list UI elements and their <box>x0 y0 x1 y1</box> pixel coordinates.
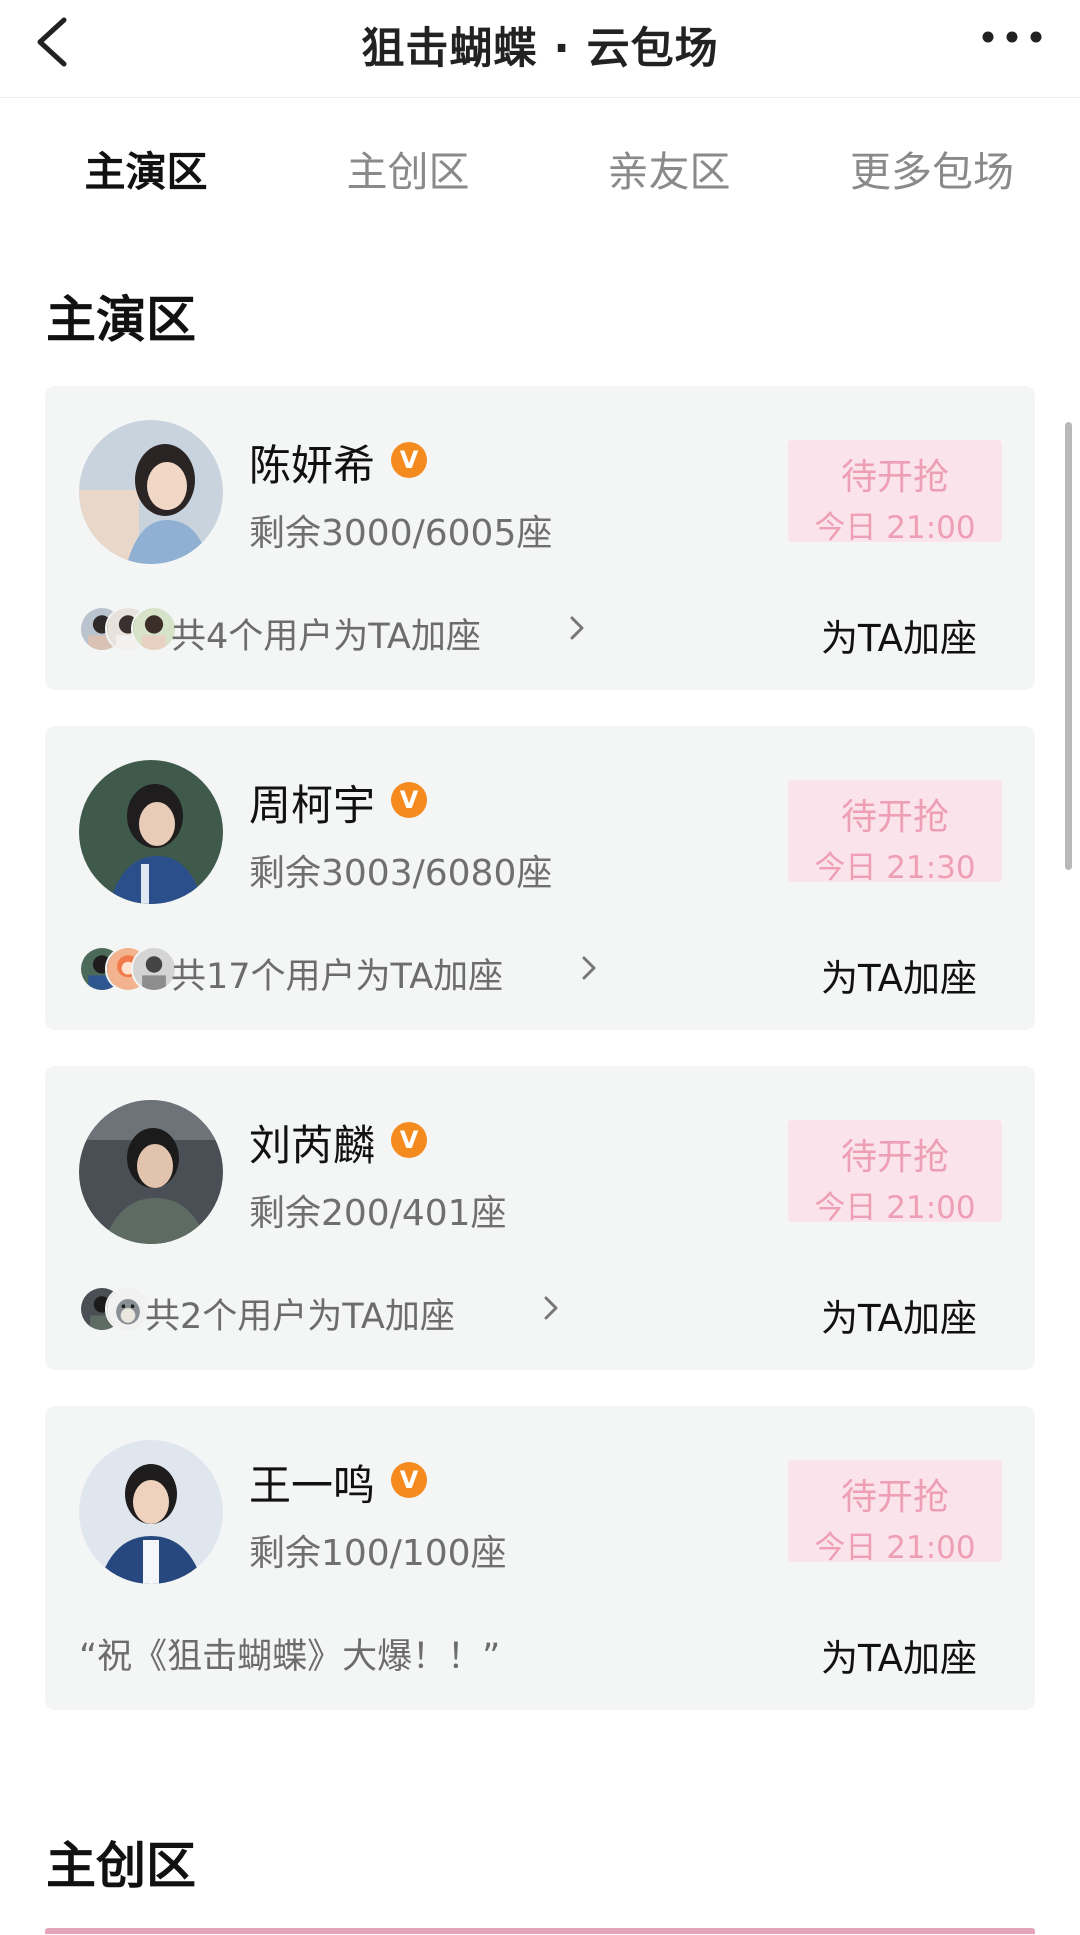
remaining-seats: 剩余3003/6080座 <box>249 853 553 894</box>
cast-name: 王一鸣 <box>249 1461 376 1510</box>
section-title-main-cast: 主演区 <box>46 291 196 349</box>
tab-main-cast[interactable]: 主演区 <box>26 138 266 198</box>
start-time: 今日 21:00 <box>814 1530 976 1566</box>
tab-friends[interactable]: 亲友区 <box>549 138 789 198</box>
section-title-creators: 主创区 <box>46 1837 196 1895</box>
start-time: 今日 21:00 <box>814 1190 976 1226</box>
chevron-right-icon <box>567 610 587 646</box>
cast-card: 陈妍希 V 剩余3000/6005座 待开抢 今日 21:00 共4个用户为TA… <box>45 386 1035 690</box>
status-label: 待开抢 <box>840 1477 949 1518</box>
status-badge: 待开抢 今日 21:30 <box>788 780 1002 886</box>
cast-card: 王一鸣 V 剩余100/100座 待开抢 今日 21:00 “祝《狙击蝴蝶》大爆… <box>45 1406 1035 1710</box>
remaining-seats: 剩余100/100座 <box>249 1533 507 1574</box>
remaining-seats: 剩余3000/6005座 <box>249 513 553 554</box>
add-seat-button[interactable]: 为TA加座 <box>821 608 977 662</box>
page: 狙击蝴蝶 · 云包场 主演区 主创区 亲友区 更多包场 主演区 陈妍希 V 剩余… <box>0 0 1080 1935</box>
cast-card: 周柯宇 V 剩余3003/6080座 待开抢 今日 21:30 共17个用户为T… <box>45 726 1035 1030</box>
chevron-right-icon <box>579 950 599 986</box>
status-label: 待开抢 <box>840 457 949 498</box>
status-badge: 待开抢 今日 21:00 <box>788 440 1002 546</box>
supporters-count: 共4个用户为TA加座 <box>171 617 481 657</box>
status-label: 待开抢 <box>840 1137 949 1178</box>
page-title: 狙击蝴蝶 · 云包场 <box>361 24 719 74</box>
cast-name: 陈妍希 <box>249 441 376 490</box>
supporters-count: 共2个用户为TA加座 <box>145 1297 455 1337</box>
tab-bar: 主演区 主创区 亲友区 更多包场 <box>0 100 1080 230</box>
start-time: 今日 21:30 <box>814 850 976 886</box>
avatar[interactable] <box>79 1100 223 1244</box>
cast-name: 刘芮麟 <box>249 1121 376 1170</box>
remaining-seats: 剩余200/401座 <box>249 1193 507 1234</box>
tab-more-screenings[interactable]: 更多包场 <box>812 138 1052 198</box>
more-button[interactable] <box>980 22 1044 52</box>
verified-badge-icon: V <box>391 1462 427 1498</box>
avatar[interactable] <box>79 420 223 564</box>
verified-badge-icon: V <box>391 782 427 818</box>
avatar[interactable] <box>79 1440 223 1584</box>
avatar[interactable] <box>79 760 223 904</box>
scrollbar[interactable] <box>1065 422 1072 870</box>
next-card-edge <box>45 1928 1035 1934</box>
verified-badge-icon: V <box>391 442 427 478</box>
cast-name: 周柯宇 <box>249 781 376 830</box>
status-label: 待开抢 <box>840 797 949 838</box>
verified-badge-icon: V <box>391 1122 427 1158</box>
supporters-count: 共17个用户为TA加座 <box>171 957 504 997</box>
status-badge: 待开抢 今日 21:00 <box>788 1120 1002 1226</box>
add-seat-button[interactable]: 为TA加座 <box>821 948 977 1002</box>
cast-card: 刘芮麟 V 剩余200/401座 待开抢 今日 21:00 共2个用户为TA加座… <box>45 1066 1035 1370</box>
add-seat-button[interactable]: 为TA加座 <box>821 1628 977 1682</box>
cast-message: “祝《狙击蝴蝶》大爆！！” <box>79 1637 501 1677</box>
add-seat-button[interactable]: 为TA加座 <box>821 1288 977 1342</box>
tab-creators[interactable]: 主创区 <box>288 138 528 198</box>
more-dots-icon <box>982 31 1042 43</box>
start-time: 今日 21:00 <box>814 510 976 546</box>
chevron-right-icon <box>541 1290 561 1326</box>
status-badge: 待开抢 今日 21:00 <box>788 1460 1002 1566</box>
top-nav-bar: 狙击蝴蝶 · 云包场 <box>0 0 1080 98</box>
